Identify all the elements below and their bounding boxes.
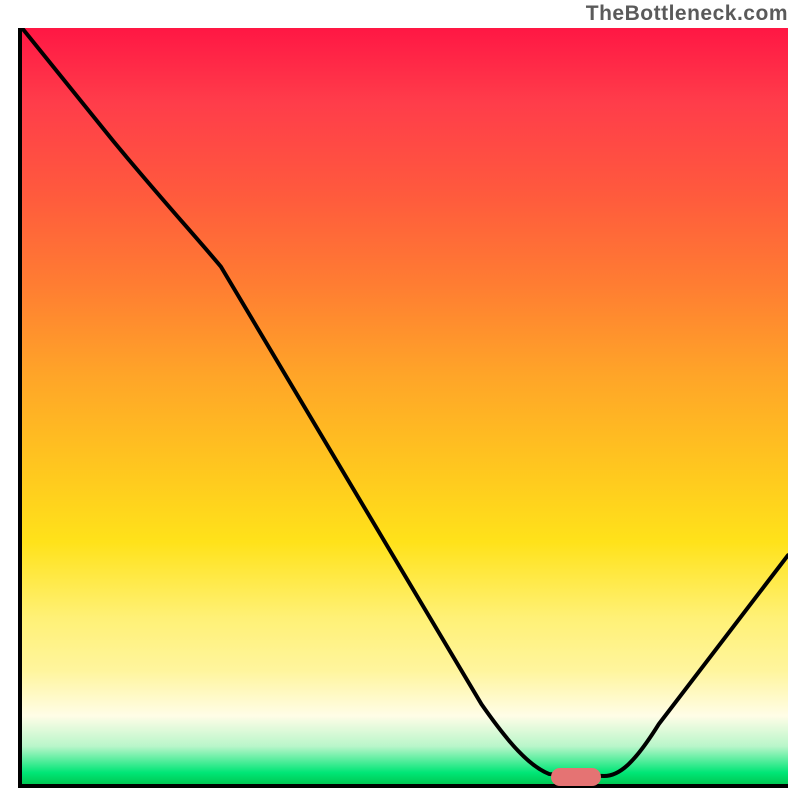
optimal-range-marker <box>551 768 601 786</box>
watermark-text: TheBottleneck.com <box>586 2 788 26</box>
bottleneck-curve-svg <box>22 28 788 784</box>
chart-plot-area <box>18 28 788 788</box>
bottleneck-curve-path <box>22 28 788 776</box>
